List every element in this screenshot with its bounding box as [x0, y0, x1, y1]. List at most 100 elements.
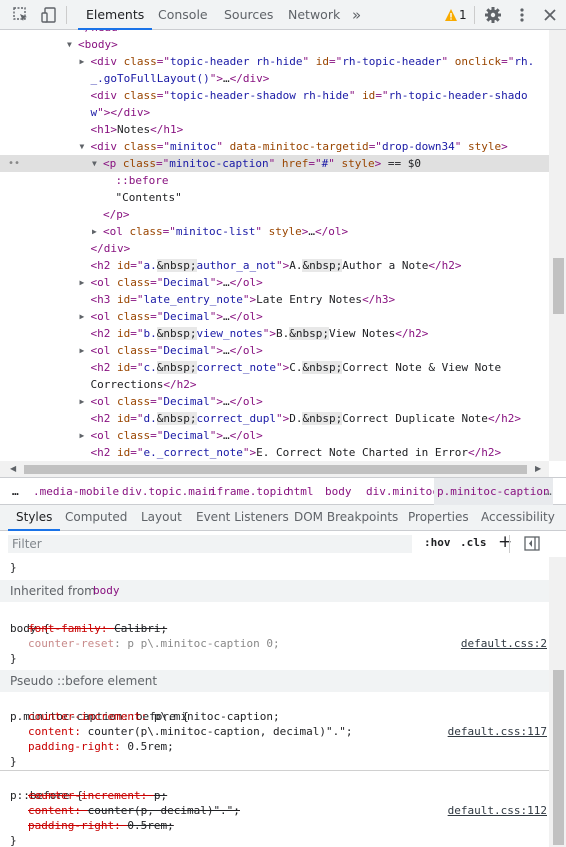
dom-vertical-scrollbar[interactable] — [549, 30, 566, 461]
css-declaration[interactable]: content: counter(p, decimal)"."; — [0, 803, 549, 818]
dom-node[interactable]: ::before — [0, 172, 549, 189]
expand-triangle-icon[interactable]: ▶ — [80, 342, 85, 359]
dom-node[interactable]: w"></div> — [0, 104, 549, 121]
dom-node[interactable]: ▶ <ol class="Decimal">…</ol> — [0, 427, 549, 444]
close-icon[interactable] — [541, 6, 559, 24]
tab-computed[interactable]: Computed — [65, 505, 127, 531]
dom-node[interactable]: <h2 id="b.&nbsp;view_notes">B.&nbsp;View… — [0, 325, 549, 342]
css-declaration[interactable]: content: counter(p\.minitoc-caption, dec… — [0, 724, 549, 739]
dom-node[interactable]: ▼ <body> — [0, 36, 549, 53]
css-declaration[interactable]: counter-increment: p; — [0, 788, 549, 803]
expand-triangle-icon[interactable]: ▶ — [80, 53, 85, 70]
tab-network[interactable]: Network — [288, 0, 340, 30]
dom-node[interactable]: ▶ <ol class="Decimal">…</ol> — [0, 342, 549, 359]
expand-triangle-icon[interactable]: ▶ — [80, 427, 85, 444]
more-tabs-button[interactable]: » — [352, 0, 361, 30]
dom-vertical-scroll-thumb[interactable] — [553, 258, 564, 314]
css-property-name[interactable]: padding-right: 0.5rem; — [28, 739, 174, 754]
dom-node[interactable]: ▶ <ol class="Decimal">…</ol> — [0, 393, 549, 410]
dom-node[interactable]: ▶ <ol class="Decimal">…</ol> — [0, 274, 549, 291]
dom-node-selected[interactable]: •• ▼ <p class="minitoc-caption" href="#" s… — [0, 155, 549, 172]
css-property-name[interactable]: content: counter(p\.minitoc-caption, dec… — [28, 724, 353, 739]
breadcrumb-item-selected[interactable]: p.minitoc-caption — [434, 478, 553, 505]
css-declaration[interactable]: padding-right: 0.5rem; — [0, 818, 549, 833]
css-property-value[interactable]: p; — [154, 789, 167, 802]
inspect-element-icon[interactable] — [12, 6, 30, 24]
css-declaration[interactable]: font-family: Calibri; — [0, 621, 549, 636]
collapse-triangle-icon[interactable]: ▼ — [92, 155, 97, 172]
css-property-value[interactable]: counter(p, decimal)"."; — [88, 804, 240, 817]
dom-node[interactable]: </p> — [0, 206, 549, 223]
device-toolbar-icon[interactable] — [40, 6, 58, 24]
new-style-rule-button[interactable]: + — [498, 532, 512, 552]
tab-styles[interactable]: Styles — [8, 505, 61, 531]
expand-triangle-icon[interactable]: ▶ — [80, 274, 85, 291]
tab-accessibility[interactable]: Accessibility — [481, 505, 555, 531]
dom-tree[interactable]: </head>▼<body>▶<div class="topic-header … — [0, 30, 549, 461]
css-property-name[interactable]: counter-increment: p\.minitoc-caption; — [28, 709, 280, 724]
dom-node[interactable]: ▶ <ol class="minitoc-list" style>…</ol> — [0, 223, 549, 240]
styles-filter-input[interactable] — [8, 535, 412, 553]
more-options-icon[interactable] — [513, 6, 531, 24]
dom-node[interactable]: ▼ <div class="minitoc" data-minitoc-targe… — [0, 138, 549, 155]
toggle-sidebar-icon[interactable] — [524, 536, 540, 551]
dom-node[interactable]: </div> — [0, 240, 549, 257]
dom-node[interactable]: <h2 id="c.&nbsp;correct_note">C.&nbsp;Co… — [0, 359, 549, 376]
css-property-value[interactable]: p p\.minitoc-caption 0; — [127, 637, 279, 650]
breadcrumb-item[interactable]: html — [287, 478, 314, 505]
dom-node[interactable]: _.goToFullLayout()">…</div> — [0, 70, 549, 87]
breadcrumb-item[interactable]: body — [325, 478, 352, 505]
tab-layout[interactable]: Layout — [141, 505, 182, 531]
scroll-left-icon[interactable]: ◀ — [10, 464, 16, 473]
settings-gear-icon[interactable] — [484, 6, 502, 24]
breadcrumb-item[interactable]: div.minitoc — [366, 478, 439, 505]
styles-vertical-scroll-thumb[interactable] — [553, 670, 564, 845]
inherited-from-link[interactable]: body — [93, 580, 120, 602]
tab-elements[interactable]: Elements — [78, 0, 153, 30]
collapse-triangle-icon[interactable]: ▼ — [67, 36, 72, 53]
css-declaration[interactable]: counter-increment: p\.minitoc-caption; — [0, 709, 549, 724]
dom-node[interactable]: "Contents" — [0, 189, 549, 206]
dom-node[interactable]: ▶ <div class="topic-header rh-hide" id="r… — [0, 53, 549, 70]
breadcrumb-item[interactable]: iframe.topic — [210, 478, 289, 505]
css-property-name[interactable]: font-family: Calibri; — [28, 621, 167, 636]
css-declaration[interactable]: padding-right: 0.5rem; — [0, 739, 549, 754]
tab-properties[interactable]: Properties — [408, 505, 469, 531]
css-property-value[interactable]: 0.5rem; — [127, 819, 173, 832]
dom-node[interactable]: <h2 id="e._correct_note">E. Correct Note… — [0, 444, 549, 461]
dom-horizontal-scroll-thumb[interactable] — [24, 465, 527, 474]
dom-node[interactable]: Corrections</h2> — [0, 376, 549, 393]
dom-node[interactable]: <h2 id="a.&nbsp;author_a_not">A.&nbsp;Au… — [0, 257, 549, 274]
tab-console[interactable]: Console — [158, 0, 208, 30]
collapse-triangle-icon[interactable]: ▼ — [80, 138, 85, 155]
dom-node[interactable]: <h1>Notes</h1> — [0, 121, 549, 138]
css-property-value[interactable]: Calibri; — [114, 622, 167, 635]
breadcrumb-item[interactable]: div.topic.main — [122, 478, 215, 505]
tab-event-listeners[interactable]: Event Listeners — [196, 505, 289, 531]
css-property-name[interactable]: counter-increment: p; — [28, 788, 167, 803]
css-property-name[interactable]: counter-reset: p p\.minitoc-caption 0; — [28, 636, 280, 651]
css-property-value[interactable]: p\.minitoc-caption; — [154, 710, 280, 723]
class-toggle[interactable]: .cls — [460, 536, 487, 549]
dom-node[interactable]: <h2 id="d.&nbsp;correct_dupl">D.&nbsp;Co… — [0, 410, 549, 427]
tab-sources[interactable]: Sources — [224, 0, 273, 30]
tab-dom-breakpoints[interactable]: DOM Breakpoints — [294, 505, 398, 531]
css-property-name[interactable]: content: counter(p, decimal)"."; — [28, 803, 240, 818]
css-property-value[interactable]: 0.5rem; — [127, 740, 173, 753]
warning-count[interactable]: 1 — [459, 0, 467, 30]
expand-triangle-icon[interactable]: ▶ — [92, 223, 97, 240]
expand-triangle-icon[interactable]: ▶ — [80, 393, 85, 410]
breadcrumb-overflow-right[interactable]: … — [545, 478, 552, 505]
expand-triangle-icon[interactable]: ▶ — [80, 308, 85, 325]
dom-node[interactable]: ▶ <ol class="Decimal">…</ol> — [0, 308, 549, 325]
css-property-value[interactable]: counter(p\.minitoc-caption, decimal)"."; — [88, 725, 353, 738]
breadcrumb-overflow-left[interactable]: … — [12, 478, 19, 505]
dom-node[interactable]: <h3 id="late_entry_note">Late Entry Note… — [0, 291, 549, 308]
scroll-right-icon[interactable]: ▶ — [535, 464, 541, 473]
css-property-name[interactable]: padding-right: 0.5rem; — [28, 818, 174, 833]
hover-state-toggle[interactable]: :hov — [424, 536, 451, 549]
dom-node[interactable]: <div class="topic-header-shadow rh-hide"… — [0, 87, 549, 104]
css-declaration[interactable]: counter-reset: p p\.minitoc-caption 0; — [0, 636, 549, 651]
warning-icon[interactable] — [444, 8, 458, 22]
breadcrumb-item[interactable]: .media-mobile — [33, 478, 119, 505]
